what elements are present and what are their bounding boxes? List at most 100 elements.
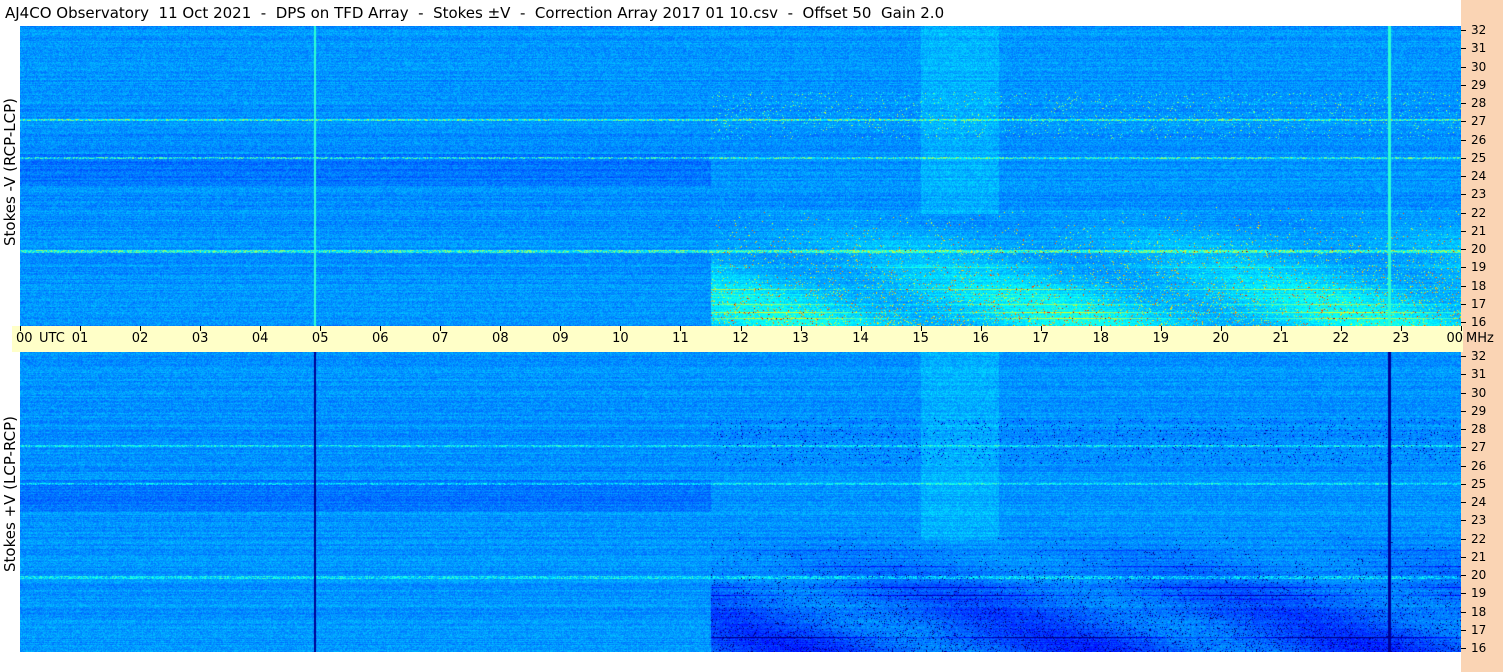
time-tick-label: 20 (1212, 331, 1230, 346)
time-tick-label: 04 (251, 331, 269, 346)
freq-tick-label: 32 (1471, 23, 1487, 37)
time-tick-label: 15 (912, 331, 929, 346)
freq-tick-mark (1461, 502, 1466, 503)
freq-tick-mark (1461, 520, 1466, 522)
freq-tick-label: 31 (1471, 367, 1487, 382)
freq-tick-mark (1461, 556, 1466, 558)
freq-tick-mark (1461, 285, 1466, 287)
freq-tick-mark (1461, 103, 1466, 104)
y-axis-label-bottom: Stokes +V (LCP-RCP) (1, 416, 19, 572)
freq-tick-label: 26 (1471, 458, 1487, 473)
freq-tick-mark (1461, 593, 1466, 595)
freq-tick-mark (1461, 249, 1466, 250)
time-tick-label: 19 (1152, 331, 1170, 346)
freq-tick-mark (1461, 538, 1466, 540)
utc-label: UTC (39, 331, 65, 346)
y-axis-label-top: Stokes -V (RCP-LCP) (1, 98, 19, 246)
freq-tick-label: 24 (1471, 169, 1487, 183)
freq-tick-label: 22 (1471, 531, 1487, 546)
freq-tick-mark (1461, 230, 1466, 232)
freq-strip-bottom (1461, 652, 1503, 672)
freq-tick-mark (1461, 157, 1466, 159)
freq-tick-mark (1461, 84, 1466, 86)
time-tick-label: 17 (1032, 331, 1049, 346)
freq-tick-label: 20 (1471, 242, 1487, 256)
time-tick-label: 01 (71, 331, 89, 346)
freq-tick-label: 21 (1471, 223, 1487, 238)
freq-tick-label: 31 (1471, 41, 1487, 56)
time-tick-label: 09 (552, 331, 569, 346)
time-tick-label: 06 (371, 331, 389, 346)
time-tick-label: 00 (1446, 331, 1463, 346)
freq-tick-mark (1461, 303, 1466, 305)
time-axis: 00 01 02 03 04 05 06 07 08 09 10 11 12 13 14 15 16 17 18 19… (12, 326, 1463, 352)
freq-tick-label: 30 (1471, 385, 1487, 400)
time-tick-label: 21 (1272, 331, 1290, 346)
freq-tick-label: 29 (1471, 403, 1487, 418)
freq-tick-mark (1461, 66, 1466, 68)
freq-tick-label: 28 (1471, 96, 1487, 110)
spectrogram-top-heatmap (20, 26, 1461, 326)
freq-tick-mark (1461, 267, 1466, 269)
freq-tick-mark (1461, 483, 1466, 485)
freq-tick-mark (1461, 392, 1466, 394)
freq-tick-label: 17 (1471, 622, 1487, 637)
time-tick-label: 23 (1392, 331, 1410, 346)
time-tick-label: 18 (1092, 331, 1110, 346)
freq-tick-mark (1461, 410, 1466, 412)
time-tick-label: 00 (16, 331, 33, 346)
freq-tick-label: 25 (1471, 150, 1487, 165)
freq-tick-mark (1461, 30, 1466, 31)
freq-tick-mark (1461, 121, 1466, 123)
freq-tick-mark (1461, 575, 1466, 576)
freq-tick-mark (1461, 322, 1466, 323)
frequency-axis-top: 16 17 18 19 20 21 22 23 24 25 26 27 28 29 30 31 32 (1461, 23, 1503, 329)
freq-tick-label: 26 (1471, 132, 1487, 147)
freq-tick-label: 30 (1471, 59, 1487, 74)
time-tick-label: 03 (191, 331, 209, 346)
freq-tick-mark (1461, 176, 1466, 177)
spectrogram-bottom-heatmap (20, 352, 1461, 652)
time-tick-label: 10 (612, 331, 629, 346)
freq-tick-mark (1461, 374, 1466, 376)
mhz-unit-label: MHz (1466, 331, 1494, 346)
time-tick-label: 08 (492, 331, 509, 346)
freq-tick-label: 25 (1471, 476, 1487, 491)
freq-tick-label: 18 (1471, 604, 1487, 619)
chart-title: AJ4CO Observatory 11 Oct 2021 - DPS on T… (5, 4, 945, 22)
freq-tick-mark (1461, 48, 1466, 50)
freq-tick-label: 22 (1471, 205, 1487, 220)
freq-tick-label: 19 (1471, 260, 1487, 275)
spectrogram-top-panel (20, 26, 1461, 326)
freq-tick-label: 16 (1471, 641, 1487, 655)
freq-tick-label: 23 (1471, 187, 1487, 202)
freq-tick-label: 32 (1471, 349, 1487, 363)
freq-tick-label: 16 (1471, 315, 1487, 329)
time-tick-label: 14 (852, 331, 869, 346)
freq-tick-mark (1461, 429, 1466, 430)
freq-tick-label: 24 (1471, 495, 1487, 509)
freq-tick-mark (1461, 356, 1466, 357)
freq-tick-label: 19 (1471, 586, 1487, 601)
freq-tick-mark (1461, 212, 1466, 214)
freq-tick-label: 17 (1471, 296, 1487, 311)
freq-tick-mark (1461, 139, 1466, 141)
spectrogram-bottom-panel (20, 352, 1461, 652)
time-tick-label: 12 (732, 331, 749, 346)
time-tick-label: 02 (131, 331, 149, 346)
freq-tick-label: 27 (1471, 440, 1487, 455)
time-tick-label: 22 (1332, 331, 1350, 346)
time-tick-label: 13 (792, 331, 809, 346)
freq-tick-mark (1461, 465, 1466, 467)
freq-tick-label: 21 (1471, 549, 1487, 564)
freq-tick-label: 20 (1471, 568, 1487, 582)
time-tick-label: 16 (972, 331, 989, 346)
freq-tick-label: 23 (1471, 513, 1487, 528)
time-tick-label: 07 (432, 331, 449, 346)
freq-tick-label: 28 (1471, 422, 1487, 436)
freq-tick-mark (1461, 611, 1466, 613)
frequency-axis-bottom: 16 17 18 19 20 21 22 23 24 25 26 27 28 29 30 31 32 (1461, 349, 1503, 655)
freq-tick-mark (1461, 629, 1466, 631)
freq-tick-label: 29 (1471, 77, 1487, 92)
freq-tick-mark (1461, 648, 1466, 649)
